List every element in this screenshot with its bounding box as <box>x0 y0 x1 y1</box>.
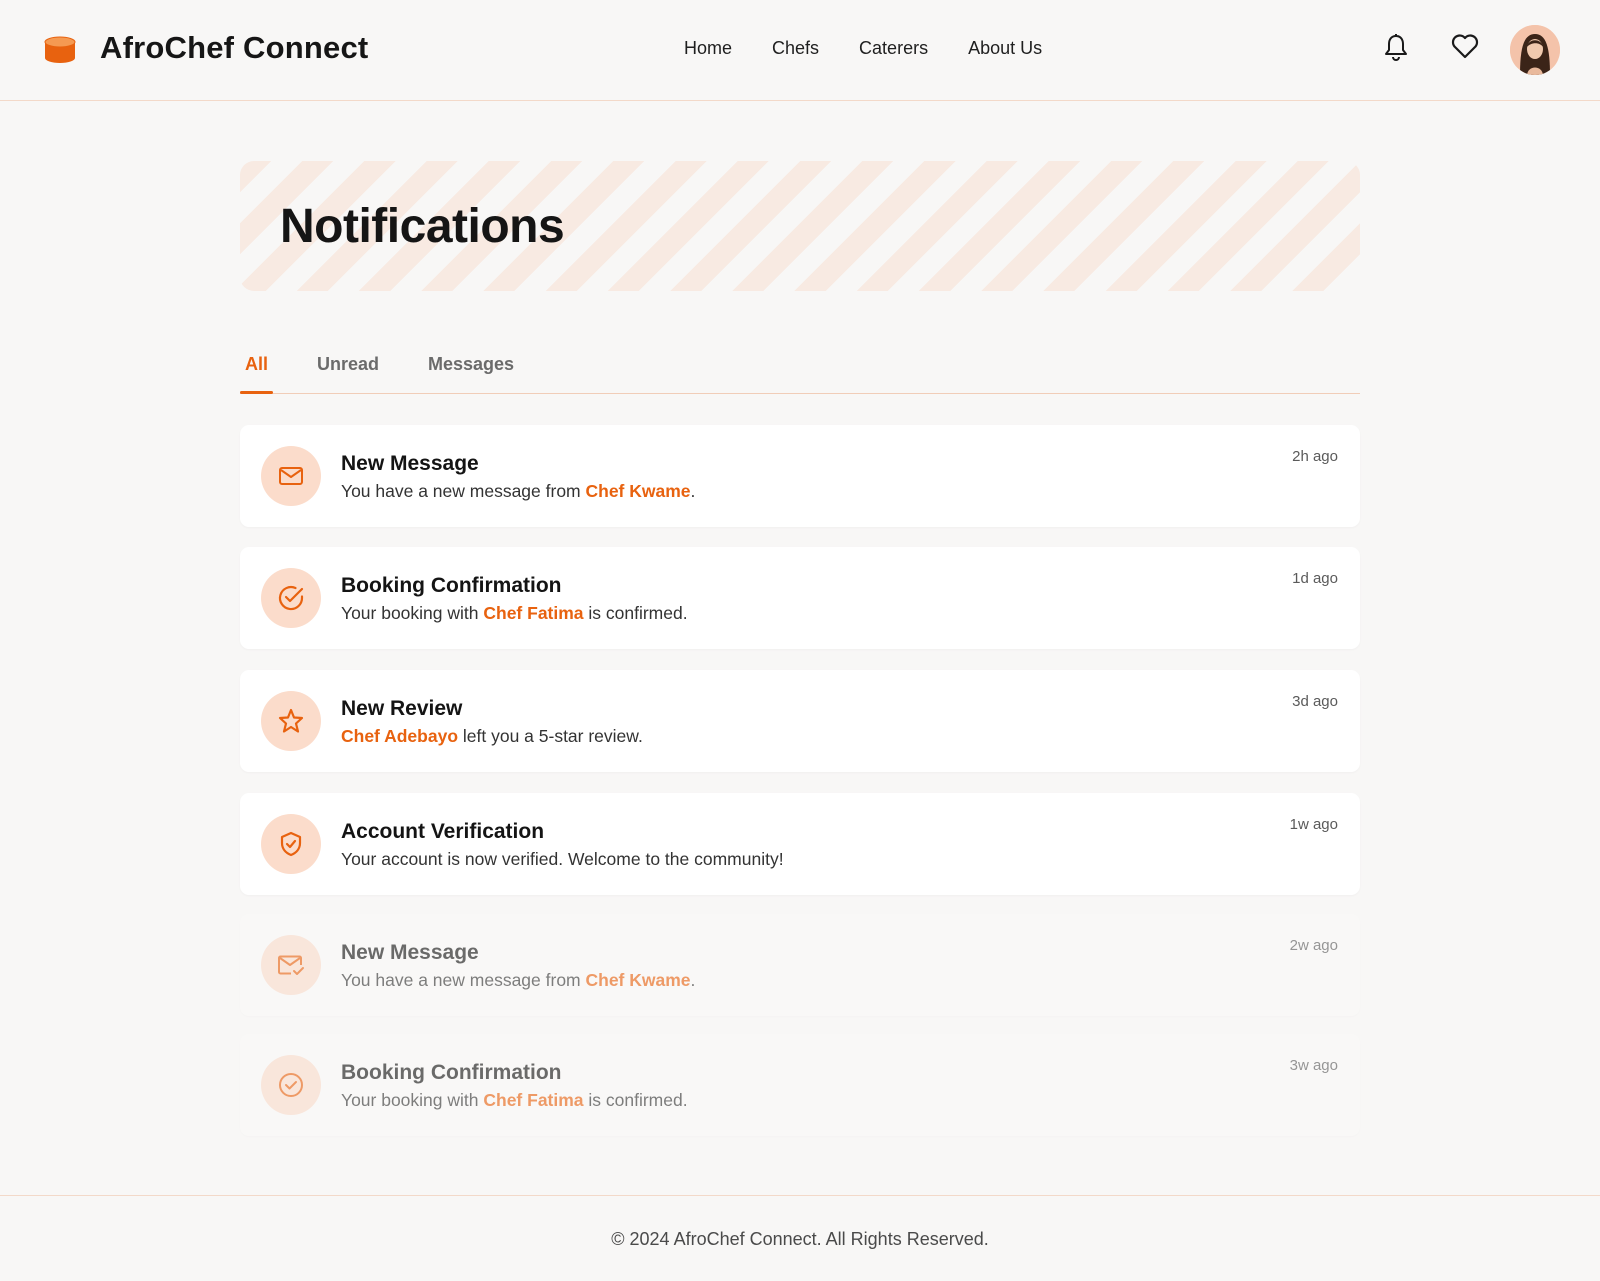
notification-message: You have a new message from Chef Kwame. <box>341 481 696 501</box>
brand-name[interactable]: AfroChef Connect <box>100 30 368 66</box>
chef-link[interactable]: Chef Kwame <box>586 481 691 501</box>
notification-title: Account Verification <box>341 820 545 843</box>
top-header: AfroChef Connect Home Chefs Caterers Abo… <box>0 0 1600 101</box>
bell-icon[interactable] <box>1383 33 1409 61</box>
nav-chefs[interactable]: Chefs <box>772 38 819 59</box>
main-nav: Home Chefs Caterers About Us <box>684 38 1082 59</box>
notification-message: Your booking with Chef Fatima is confirm… <box>341 603 688 623</box>
page-banner: Notifications <box>240 161 1360 291</box>
heart-icon[interactable] <box>1451 33 1479 59</box>
check-circle-icon <box>279 1073 303 1097</box>
icon-circle <box>261 1055 321 1115</box>
tab-all[interactable]: All <box>245 354 268 375</box>
notification-card[interactable]: Booking Confirmation Your booking with C… <box>240 1034 1360 1136</box>
chef-link[interactable]: Chef Kwame <box>586 970 691 990</box>
icon-circle <box>261 446 321 506</box>
logo-icon[interactable] <box>44 34 76 66</box>
nav-about-us[interactable]: About Us <box>968 38 1042 59</box>
notification-card[interactable]: New Message You have a new message from … <box>240 914 1360 1016</box>
copyright-text: © 2024 AfroChef Connect. All Rights Rese… <box>611 1229 989 1249</box>
mail-check-icon <box>278 955 304 975</box>
icon-circle <box>261 935 321 995</box>
notification-card[interactable]: New Message You have a new message from … <box>240 425 1360 527</box>
notification-time: 2h ago <box>1292 448 1338 465</box>
notification-time: 3d ago <box>1292 693 1338 710</box>
notification-tabs: All Unread Messages <box>240 340 1360 394</box>
chef-link[interactable]: Chef Fatima <box>483 603 583 623</box>
avatar[interactable] <box>1510 25 1560 75</box>
notification-title: New Review <box>341 697 463 720</box>
notification-title: Booking Confirmation <box>341 574 562 597</box>
notification-card[interactable]: Account Verification Your account is now… <box>240 793 1360 895</box>
nav-home[interactable]: Home <box>684 38 732 59</box>
star-icon <box>278 708 304 733</box>
notification-time: 3w ago <box>1289 1057 1338 1074</box>
page-title: Notifications <box>280 200 565 253</box>
active-tab-indicator <box>240 391 273 394</box>
notification-message: Your booking with Chef Fatima is confirm… <box>341 1090 688 1110</box>
notification-message: Your account is now verified. Welcome to… <box>341 849 784 869</box>
mail-icon <box>279 467 303 485</box>
check-circle-icon <box>278 585 304 611</box>
notification-title: Booking Confirmation <box>341 1061 562 1084</box>
notification-time: 1w ago <box>1289 816 1338 833</box>
notification-message: You have a new message from Chef Kwame. <box>341 970 696 990</box>
shield-check-icon <box>280 831 302 857</box>
icon-circle <box>261 568 321 628</box>
nav-caterers[interactable]: Caterers <box>859 38 928 59</box>
icon-circle <box>261 691 321 751</box>
notification-time: 1d ago <box>1292 570 1338 587</box>
notification-message: Chef Adebayo left you a 5-star review. <box>341 726 643 746</box>
tab-unread[interactable]: Unread <box>317 354 379 375</box>
notification-card[interactable]: Booking Confirmation Your booking with C… <box>240 547 1360 649</box>
tab-messages[interactable]: Messages <box>428 354 514 375</box>
notification-title: New Message <box>341 941 479 964</box>
notification-card[interactable]: New Review Chef Adebayo left you a 5-sta… <box>240 670 1360 772</box>
notification-time: 2w ago <box>1289 937 1338 954</box>
chef-link[interactable]: Chef Adebayo <box>341 726 458 746</box>
notification-title: New Message <box>341 452 479 475</box>
footer: © 2024 AfroChef Connect. All Rights Rese… <box>0 1195 1600 1281</box>
icon-circle <box>261 814 321 874</box>
chef-link[interactable]: Chef Fatima <box>483 1090 583 1110</box>
